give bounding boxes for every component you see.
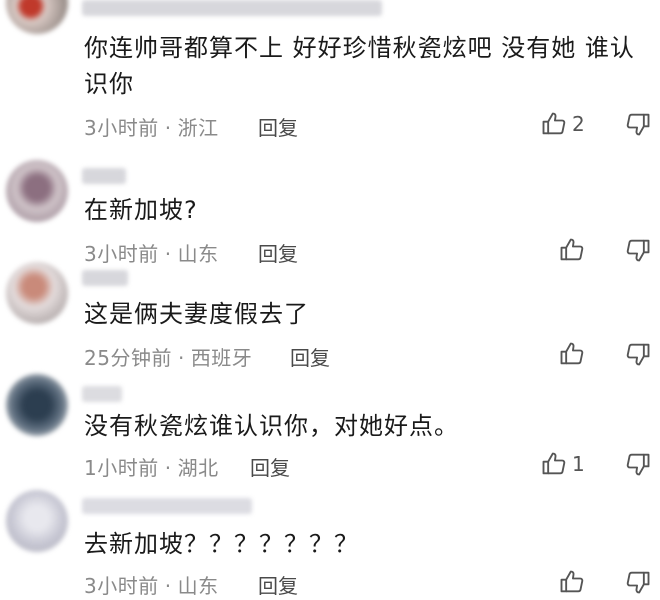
reply-button[interactable]: 回复: [290, 342, 330, 371]
thumbs-up-icon: [540, 110, 568, 138]
comment-time: 3小时前: [84, 116, 159, 140]
comment-location: 西班牙: [190, 346, 253, 370]
comment-text: 这是俩夫妻度假去了: [84, 300, 309, 328]
avatar[interactable]: [6, 0, 68, 34]
comment-meta: 1小时前 · 湖北: [84, 452, 219, 481]
like-button[interactable]: [558, 568, 590, 596]
comment-meta: 3小时前 · 浙江: [84, 112, 219, 141]
like-button[interactable]: 2: [540, 110, 585, 138]
comment-location: 浙江: [177, 116, 219, 140]
like-button[interactable]: [558, 236, 590, 264]
like-button[interactable]: 1: [540, 450, 585, 478]
thumbs-down-icon: [624, 343, 652, 372]
username[interactable]: [82, 0, 382, 16]
thumbs-down-icon: [624, 571, 652, 600]
thumbs-up-icon: [558, 236, 586, 264]
comment-time: 25分钟前: [84, 346, 172, 370]
separator: ·: [164, 574, 172, 598]
dislike-button[interactable]: [624, 110, 652, 142]
comment-time: 3小时前: [84, 242, 159, 266]
comment-location: 山东: [177, 242, 219, 266]
reply-button[interactable]: 回复: [258, 112, 298, 141]
username[interactable]: [82, 386, 122, 402]
reply-button[interactable]: 回复: [250, 452, 290, 481]
comment-text: 去新加坡？？？？？？？: [84, 530, 359, 558]
avatar[interactable]: [6, 374, 68, 436]
comment-location: 湖北: [177, 456, 219, 480]
thumbs-up-icon: [558, 568, 586, 596]
like-count: 1: [572, 452, 585, 476]
separator: ·: [164, 116, 172, 140]
thumbs-up-icon: [540, 450, 568, 478]
comment-time: 1小时前: [84, 456, 159, 480]
username[interactable]: [82, 270, 128, 286]
like-button[interactable]: [558, 340, 590, 368]
thumbs-up-icon: [558, 340, 586, 368]
comment-meta: 3小时前 · 山东: [84, 570, 219, 599]
avatar[interactable]: [6, 490, 68, 552]
thumbs-down-icon: [624, 239, 652, 268]
comment-text: 没有秋瓷炫谁认识你，对她好点。: [84, 412, 459, 440]
separator: ·: [164, 456, 172, 480]
separator: ·: [164, 242, 172, 266]
avatar[interactable]: [6, 160, 68, 222]
thumbs-down-icon: [624, 113, 652, 142]
reply-button[interactable]: 回复: [258, 570, 298, 599]
comment-text: 在新加坡?: [84, 196, 198, 224]
separator: ·: [177, 346, 185, 370]
dislike-button[interactable]: [624, 340, 652, 372]
reply-button[interactable]: 回复: [258, 238, 298, 267]
comment-meta: 25分钟前 · 西班牙: [84, 342, 252, 371]
dislike-button[interactable]: [624, 236, 652, 268]
thumbs-down-icon: [624, 453, 652, 482]
avatar[interactable]: [6, 262, 68, 324]
username[interactable]: [82, 498, 252, 514]
comment-time: 3小时前: [84, 574, 159, 598]
like-count: 2: [572, 112, 585, 136]
comment-location: 山东: [177, 574, 219, 598]
dislike-button[interactable]: [624, 450, 652, 482]
username[interactable]: [82, 168, 126, 184]
comment-meta: 3小时前 · 山东: [84, 238, 219, 267]
comment-text: 你连帅哥都算不上 好好珍惜秋瓷炫吧 没有她 谁认识你: [84, 34, 635, 98]
dislike-button[interactable]: [624, 568, 652, 600]
